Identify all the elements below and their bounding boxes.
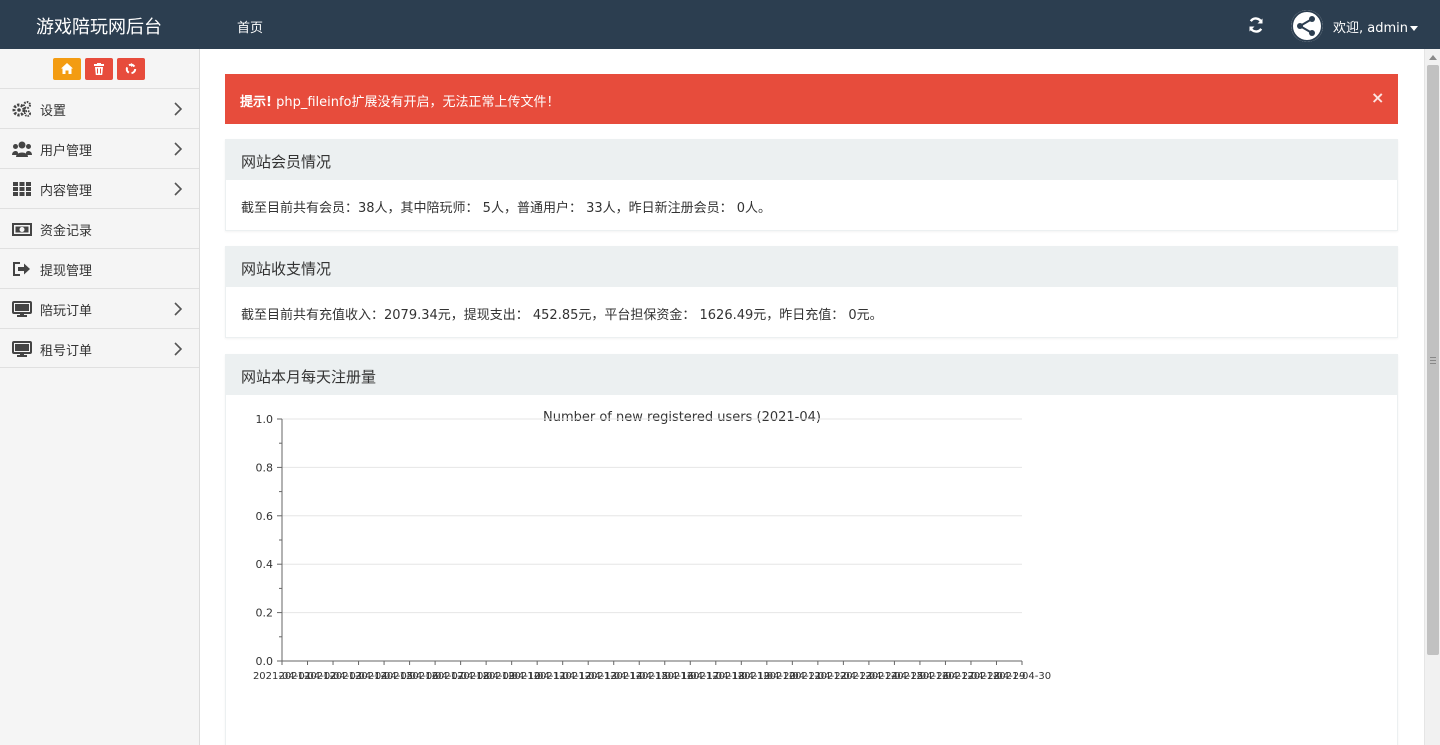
sidebar-item-label: 租号订单 [40, 344, 93, 359]
y-tick-label: 0.2 [256, 607, 274, 620]
recycle-icon [125, 63, 137, 75]
sign-out-icon [13, 262, 30, 276]
panel-body: 截至目前共有充值收入：2079.34元，提现支出： 452.85元，平台担保资金… [226, 287, 1397, 323]
chevron-right-icon [174, 142, 182, 156]
top-navbar: 游戏陪玩网后台 首页 欢迎, admin [0, 0, 1440, 49]
trash-icon [94, 63, 104, 75]
y-tick-label: 1.0 [256, 413, 274, 426]
panel-heading: 网站本月每天注册量 [226, 355, 1397, 395]
panel-title: 网站收支情况 [241, 260, 332, 278]
sidebar-item-rental-orders[interactable]: 租号订单 [0, 328, 199, 368]
home-button[interactable] [53, 58, 81, 80]
desktop-icon [12, 301, 32, 317]
sidebar-item-label: 提现管理 [40, 264, 93, 279]
brand-title[interactable]: 游戏陪玩网后台 [36, 13, 162, 39]
finance-panel: 网站收支情况 截至目前共有充值收入：2079.34元，提现支出： 452.85元… [225, 246, 1398, 338]
chevron-right-icon [174, 102, 182, 116]
money-icon [12, 223, 32, 236]
sidebar-item-label: 内容管理 [40, 184, 93, 199]
sidebar-item-funds[interactable]: 资金记录 [0, 208, 199, 248]
refresh-icon[interactable] [1246, 15, 1266, 35]
close-icon[interactable]: × [1371, 88, 1384, 107]
user-menu-label: 欢迎, admin [1333, 21, 1408, 36]
main-content: 提示! php_fileinfo扩展没有开启，无法正常上传文件！ × 网站会员情… [200, 49, 1424, 745]
grid-icon [13, 182, 31, 196]
gears-icon [12, 101, 31, 117]
page-scrollbar[interactable] [1424, 49, 1440, 745]
grip-icon [1430, 357, 1436, 364]
sidebar-item-label: 用户管理 [40, 144, 93, 159]
members-panel: 网站会员情况 截至目前共有会员：38人，其中陪玩师： 5人，普通用户： 33人，… [225, 139, 1398, 231]
chevron-right-icon [174, 302, 182, 316]
y-tick-label: 0.0 [256, 655, 274, 668]
alert-text: 提示! php_fileinfo扩展没有开启，无法正常上传文件！ [240, 91, 560, 110]
sidebar-item-settings[interactable]: 设置 [0, 88, 199, 128]
panel-heading: 网站会员情况 [226, 140, 1397, 180]
sidebar-item-content[interactable]: 内容管理 [0, 168, 199, 208]
chevron-right-icon [174, 342, 182, 356]
sidebar-item-users[interactable]: 用户管理 [0, 128, 199, 168]
recycle-button[interactable] [117, 58, 145, 80]
y-tick-label: 0.8 [256, 461, 274, 474]
home-icon [61, 63, 73, 74]
panel-body: 截至目前共有会员：38人，其中陪玩师： 5人，普通用户： 33人，昨日新注册会员… [226, 180, 1397, 216]
y-tick-label: 0.6 [256, 510, 274, 523]
scroll-up-arrow[interactable] [1429, 55, 1437, 60]
sidebar: 设置 用户管理 内容管理 资金记录 提现管理 陪玩订单 租号订单 [0, 49, 200, 745]
sidebar-item-companion-orders[interactable]: 陪玩订单 [0, 288, 199, 328]
chart-title: Number of new registered users (2021-04) [543, 410, 821, 425]
chart-container: Number of new registered users (2021-04)… [226, 395, 1397, 745]
alert-prefix: 提示! [240, 95, 272, 110]
sidebar-item-label: 资金记录 [40, 224, 93, 239]
sidebar-item-label: 设置 [40, 104, 67, 119]
y-tick-label: 0.4 [256, 558, 274, 571]
avatar[interactable] [1291, 10, 1323, 42]
clear-cache-button[interactable] [85, 58, 113, 80]
x-tick-label: 2021-04-30 [993, 671, 1051, 682]
desktop-icon [12, 341, 32, 357]
sidebar-menu: 设置 用户管理 内容管理 资金记录 提现管理 陪玩订单 租号订单 [0, 88, 199, 368]
sidebar-item-label: 陪玩订单 [40, 304, 93, 319]
finance-summary: 截至目前共有充值收入：2079.34元，提现支出： 452.85元，平台担保资金… [241, 308, 883, 323]
user-menu[interactable]: 欢迎, admin [1333, 17, 1418, 36]
alert-message: php_fileinfo扩展没有开启，无法正常上传文件！ [276, 95, 560, 110]
registrations-chart: Number of new registered users (2021-04)… [253, 410, 1051, 682]
chevron-right-icon [174, 182, 182, 196]
panel-title: 网站会员情况 [241, 153, 332, 171]
nav-home-link[interactable]: 首页 [237, 17, 263, 36]
panel-heading: 网站收支情况 [226, 247, 1397, 287]
alert-banner: 提示! php_fileinfo扩展没有开启，无法正常上传文件！ × [225, 74, 1398, 124]
registrations-panel: 网站本月每天注册量 Number of new registered users… [225, 354, 1398, 745]
members-summary: 截至目前共有会员：38人，其中陪玩师： 5人，普通用户： 33人，昨日新注册会员… [241, 201, 772, 216]
panel-title: 网站本月每天注册量 [241, 368, 377, 386]
caret-down-icon [1410, 26, 1418, 31]
sidebar-item-withdrawals[interactable]: 提现管理 [0, 248, 199, 288]
users-icon [12, 141, 32, 157]
scroll-thumb[interactable] [1427, 65, 1439, 655]
